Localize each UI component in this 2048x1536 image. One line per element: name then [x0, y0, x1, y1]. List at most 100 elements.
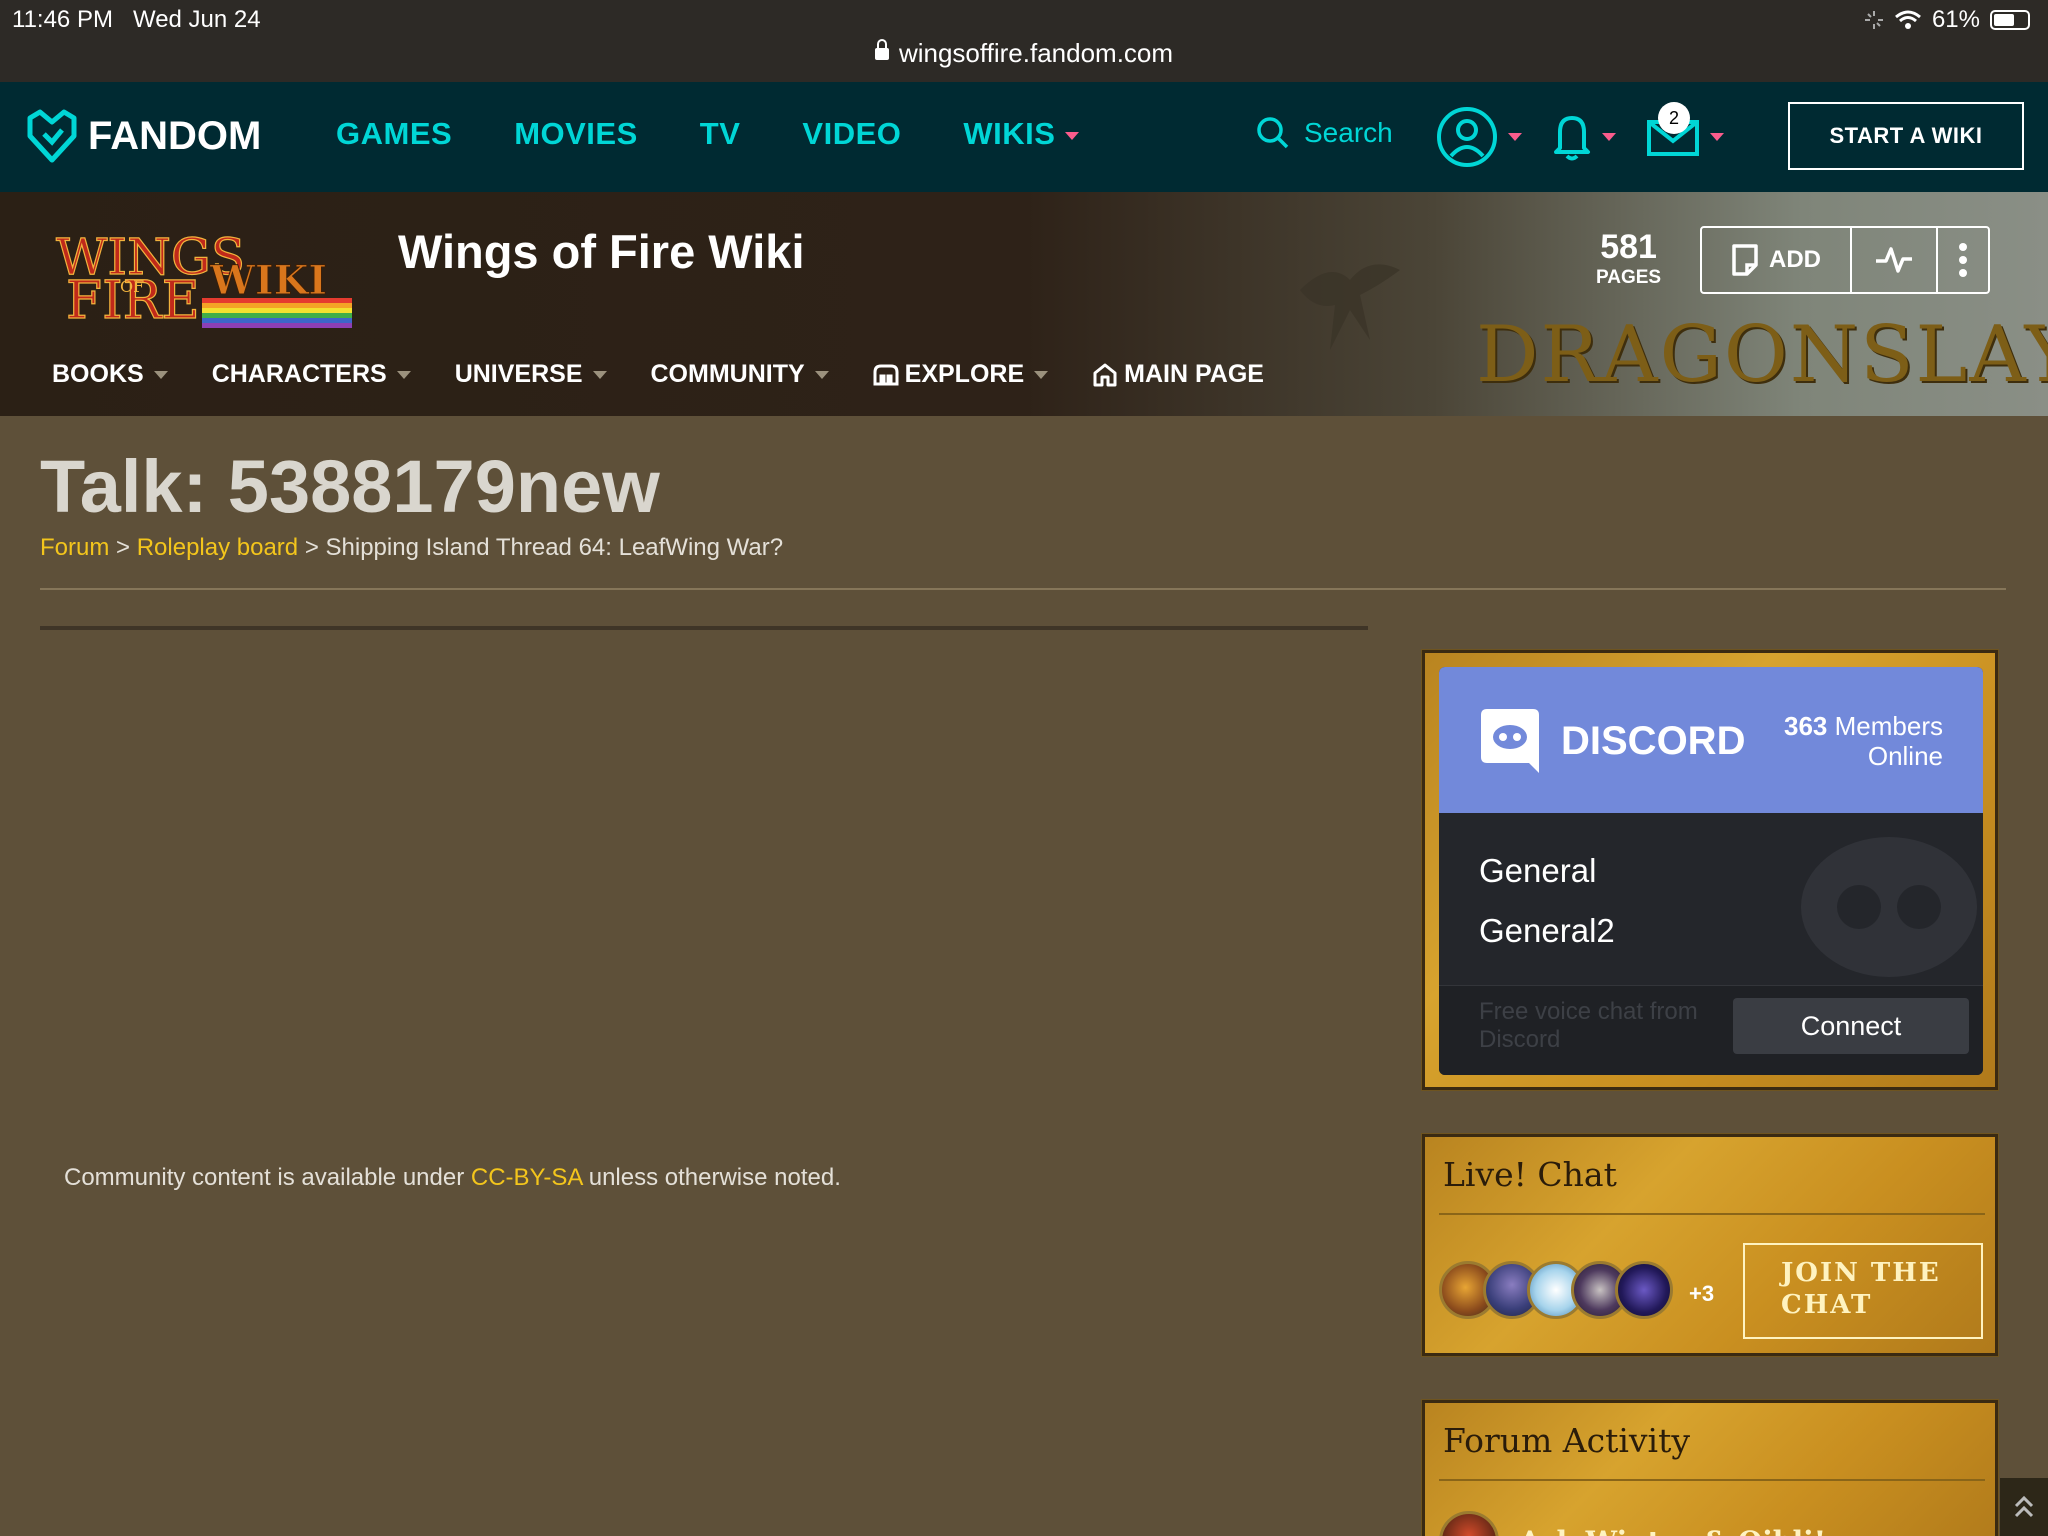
nav-wikis: WIKIS: [963, 116, 1056, 151]
breadcrumb-separator: >: [116, 534, 131, 561]
discord-members-online: 363 Members Online: [1784, 711, 1943, 771]
wiki-header: WINGS FIRE OF WIKI Wings of Fire Wiki DR…: [0, 192, 2048, 416]
nav-movies[interactable]: MOVIES: [514, 116, 638, 152]
discord-widget: DISCORD 363 Members Online General Gener…: [1422, 650, 1998, 1090]
forum-activity-widget: Forum Activity Ask Winter & Qibli!: [1422, 1400, 1998, 1536]
wiki-title[interactable]: Wings of Fire Wiki: [398, 224, 805, 279]
nav-games[interactable]: GAMES: [336, 116, 452, 152]
chevron-down-icon: [1710, 133, 1724, 141]
dragon-silhouette-icon: [1300, 264, 1400, 350]
nav-tv[interactable]: TV: [700, 116, 741, 152]
nav-video[interactable]: VIDEO: [802, 116, 901, 152]
chevron-down-icon: [1508, 133, 1522, 141]
license-notice: Community content is available under CC-…: [64, 1164, 841, 1192]
fandom-logo[interactable]: FANDOM: [24, 108, 261, 164]
live-chat-widget: Live! Chat +3 JOIN THE CHAT: [1422, 1134, 1998, 1356]
status-bar: 11:46 PM Wed Jun 24 61% wingsoffire.fand…: [0, 0, 2048, 82]
forum-activity-item[interactable]: Ask Winter & Qibli!: [1439, 1511, 1826, 1536]
search-label: Search: [1304, 117, 1393, 148]
nav-label: UNIVERSE: [454, 360, 583, 388]
license-text-end: unless otherwise noted.: [588, 1164, 841, 1191]
wiki-logo[interactable]: WINGS FIRE OF WIKI: [52, 220, 372, 330]
header-divider: [40, 588, 2006, 590]
clyde-background-icon: [1801, 837, 1977, 977]
discord-channel[interactable]: General: [1479, 841, 1615, 901]
notifications-menu[interactable]: [1552, 112, 1616, 162]
pages-label: PAGES: [1596, 267, 1662, 288]
join-label-line2: CHAT: [1781, 1290, 1873, 1320]
user-menu[interactable]: [1436, 106, 1522, 168]
wiki-nav-characters[interactable]: CHARACTERS: [212, 360, 411, 389]
activity-icon: [1864, 11, 1883, 29]
wiki-nav-universe[interactable]: UNIVERSE: [455, 360, 607, 389]
chevron-down-icon: [814, 370, 829, 379]
avatar[interactable]: [1615, 1261, 1673, 1319]
forum-item-title: Ask Winter & Qibli!: [1519, 1525, 1826, 1536]
wiki-nav: BOOKS CHARACTERS UNIVERSE COMMUNITY EXPL…: [52, 360, 1264, 389]
home-icon: [1093, 363, 1117, 386]
activity-pulse-icon: [1876, 247, 1912, 273]
join-label-line1: JOIN THE: [1781, 1258, 1941, 1288]
lock-icon: [874, 39, 889, 60]
battery-level: [1994, 14, 2014, 26]
forum-activity-divider: [1439, 1479, 1985, 1481]
add-button[interactable]: ADD: [1702, 228, 1852, 292]
chevron-down-icon: [396, 370, 411, 379]
svg-text:OF: OF: [120, 277, 144, 296]
pages-count[interactable]: 581 PAGES: [1596, 228, 1661, 289]
recent-activity-button[interactable]: [1852, 228, 1938, 292]
discord-footer: Free voice chat from Discord Connect: [1439, 985, 1983, 1075]
start-a-wiki-button[interactable]: START A WIKI: [1788, 102, 2024, 170]
join-chat-button[interactable]: JOIN THE CHAT: [1743, 1243, 1983, 1339]
search-button[interactable]: Search: [1256, 116, 1393, 150]
nav-label: MAIN PAGE: [1124, 360, 1264, 388]
status-indicators: 61%: [1864, 6, 2030, 34]
chevron-down-icon: [1034, 370, 1049, 379]
add-label: ADD: [1769, 246, 1821, 273]
more-vertical-icon: [1959, 243, 1967, 277]
user-avatar-icon: [1437, 107, 1497, 167]
banner-title: DRAGONSLAYER: [1476, 310, 2048, 400]
wiki-nav-explore[interactable]: EXPLORE: [873, 360, 1049, 389]
breadcrumb: Forum > Roleplay board > Shipping Island…: [40, 534, 783, 562]
bell-icon: [1554, 116, 1590, 161]
nav-label: BOOKS: [52, 360, 144, 388]
discord-footer-text: Free voice chat from Discord: [1479, 998, 1698, 1053]
chevron-down-icon: [1602, 133, 1616, 141]
status-time: 11:46 PM Wed Jun 24: [12, 6, 261, 34]
explore-icon: [873, 364, 899, 385]
wifi-icon: [1894, 10, 1921, 29]
discord-brand-text: DISCORD: [1561, 718, 1746, 763]
date-text: Wed Jun 24: [132, 6, 261, 33]
time-text: 11:46 PM: [12, 6, 113, 33]
discord-channel[interactable]: General2: [1479, 901, 1615, 961]
license-text: Community content is available under: [64, 1164, 465, 1191]
online-label: Online: [1867, 741, 1943, 771]
more-options-button[interactable]: [1938, 228, 1988, 292]
scroll-to-top-button[interactable]: [2000, 1478, 2048, 1536]
breadcrumb-forum[interactable]: Forum: [40, 534, 109, 561]
message-count-badge: 2: [1658, 102, 1690, 134]
fandom-nav-links: GAMES MOVIES TV VIDEO WIKIS: [336, 116, 1080, 152]
discord-header: DISCORD 363 Members Online: [1439, 667, 1983, 813]
connect-button[interactable]: Connect: [1733, 998, 1969, 1054]
chevron-down-icon: [153, 370, 168, 379]
address-bar[interactable]: wingsoffire.fandom.com: [0, 38, 2048, 69]
breadcrumb-roleplay-board[interactable]: Roleplay board: [137, 534, 298, 561]
wiki-nav-community[interactable]: COMMUNITY: [651, 360, 829, 389]
chevron-down-icon: [1065, 131, 1080, 140]
pages-number: 581: [1600, 228, 1657, 266]
url-text: wingsoffire.fandom.com: [898, 38, 1174, 68]
discord-channel-list: General General2: [1479, 841, 1615, 961]
search-icon: [1257, 117, 1289, 149]
members-count: 363: [1784, 711, 1828, 741]
wiki-nav-books[interactable]: BOOKS: [52, 360, 168, 389]
breadcrumb-separator: >: [304, 534, 319, 561]
discord-brand[interactable]: DISCORD: [1479, 707, 1745, 775]
nav-wikis-group[interactable]: WIKIS: [963, 116, 1080, 152]
svg-text:WIKI: WIKI: [209, 257, 327, 304]
wiki-nav-main-page[interactable]: MAIN PAGE: [1092, 360, 1264, 389]
license-link[interactable]: CC-BY-SA: [471, 1164, 582, 1191]
fandom-brand-text: FANDOM: [88, 113, 262, 158]
page-icon: [1732, 244, 1758, 276]
